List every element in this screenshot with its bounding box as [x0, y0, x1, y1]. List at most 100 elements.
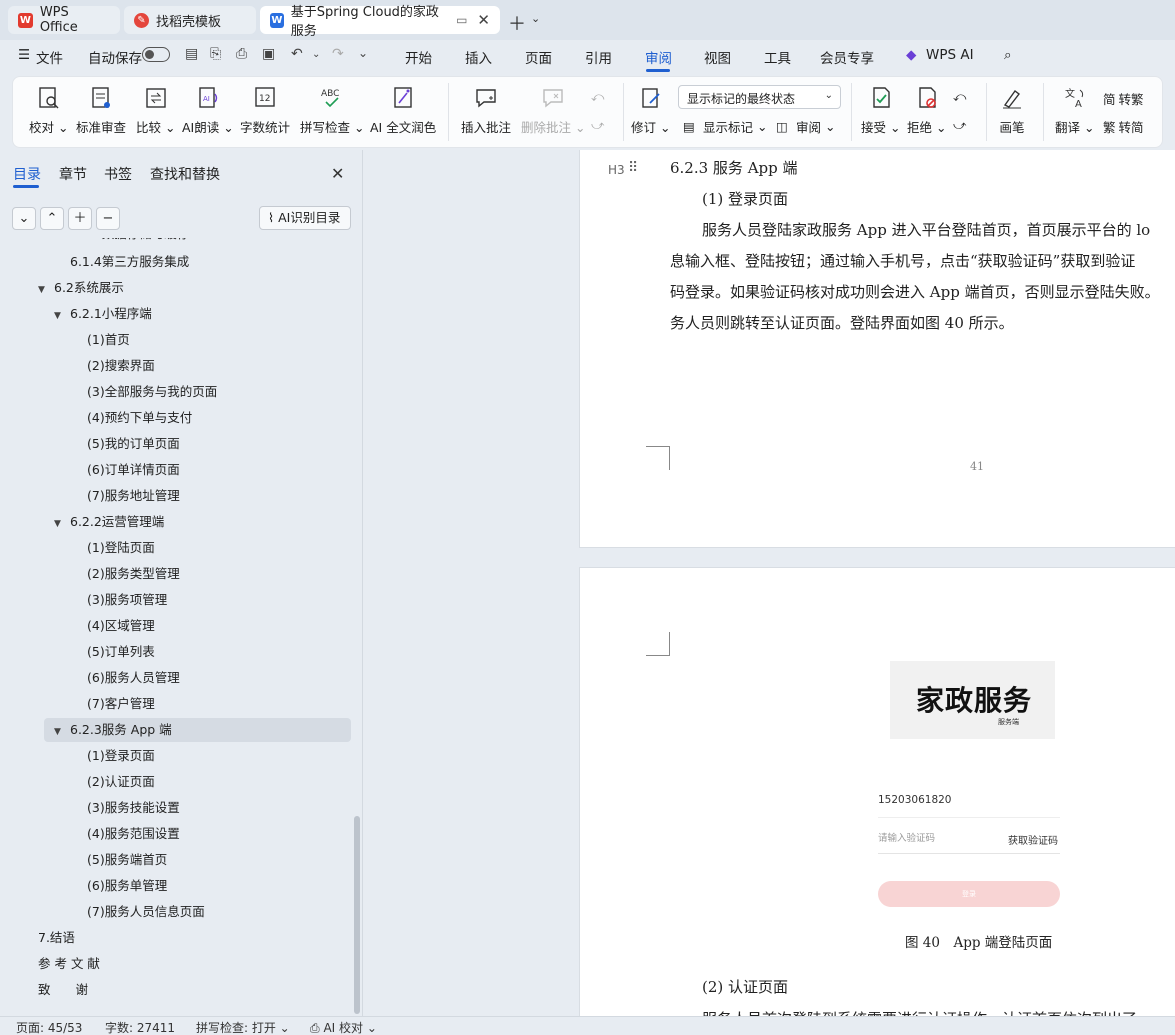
compare-button[interactable]: 比较 ⌄	[136, 85, 175, 136]
menu-view[interactable]: 视图	[704, 47, 731, 67]
toc-item[interactable]: (5)订单列表	[87, 640, 155, 664]
toc-item[interactable]: (7)客户管理	[87, 692, 155, 716]
revise-button[interactable]: 修订 ⌄	[631, 85, 670, 136]
subheading-login-page[interactable]: (1) 登录页面	[702, 188, 788, 209]
menu-references[interactable]: 引用	[585, 47, 612, 67]
word-count-indicator[interactable]: 字数: 27411	[105, 1019, 175, 1035]
toc-scrollbar[interactable]	[354, 816, 360, 1014]
reject-button[interactable]: 拒绝 ⌄	[907, 85, 946, 136]
paragraph-line[interactable]: 务人员则跳转至认证页面。登陆界面如图 40 所示。	[670, 312, 1014, 333]
redo-icon[interactable]: ↷	[332, 46, 344, 62]
prev-comment-icon[interactable]: ⤺	[591, 89, 604, 105]
toc-item[interactable]: (1)首页	[87, 328, 130, 352]
toc-item[interactable]: (6)服务单管理	[87, 874, 167, 898]
toc-item[interactable]: (6)服务人员管理	[87, 666, 180, 690]
menu-tools[interactable]: 工具	[764, 47, 791, 67]
spell-check-button[interactable]: ABC 拼写检查 ⌄	[300, 85, 364, 136]
to-simplified-button[interactable]: 繁 转简	[1103, 117, 1144, 136]
drag-handle-icon[interactable]: ⠿	[628, 160, 638, 176]
toc-item[interactable]: ▼ 6.2.1小程序端	[54, 302, 152, 326]
toc-item[interactable]: ▼ 6.2系统展示	[38, 276, 124, 300]
toc-item[interactable]: (3)服务项管理	[87, 588, 167, 612]
expand-triangle-icon[interactable]: ▼	[38, 278, 54, 302]
autosave-toggle[interactable]	[142, 47, 170, 62]
figure-app-login-screenshot[interactable]: 家政服务 服务端 15203061820 请输入验证码 获取验证码 登录	[874, 661, 1074, 931]
close-tab-icon[interactable]: ✕	[477, 11, 490, 29]
toc-item[interactable]: 7.结语	[38, 926, 75, 950]
nav-tab-bookmarks[interactable]: 书签	[104, 164, 132, 184]
close-icon[interactable]: ✕	[331, 164, 344, 183]
next-change-icon[interactable]: ⤻	[953, 117, 966, 133]
toc-item[interactable]: (2)认证页面	[87, 770, 155, 794]
pen-button[interactable]: 画笔	[999, 85, 1025, 136]
markup-state-dropdown[interactable]: 显示标记的最终状态 ⌄	[678, 85, 841, 109]
toc-item[interactable]: (5)我的订单页面	[87, 432, 180, 456]
toc-item[interactable]: 致 谢	[38, 978, 88, 1002]
toc-item[interactable]: (1)登录页面	[87, 744, 155, 768]
undo-icon[interactable]: ↶	[291, 46, 303, 62]
print-icon[interactable]: ⎙	[236, 46, 247, 62]
tab-wps-office[interactable]: W WPS Office	[8, 5, 120, 35]
menu-home[interactable]: 开始	[405, 47, 432, 67]
collapse-down-button[interactable]: ⌄	[12, 207, 36, 230]
tab-document[interactable]: W 基于Spring Cloud的家政服务 ▭ ✕	[260, 5, 500, 39]
toc-item[interactable]: (4)预约下单与支付	[87, 406, 192, 430]
toc-item[interactable]: (1)登陆页面	[87, 536, 155, 560]
window-icon[interactable]: ▭	[456, 13, 467, 27]
toc-item[interactable]: (2)搜索界面	[87, 354, 155, 378]
toc-item[interactable]: (7)服务地址管理	[87, 484, 180, 508]
page-indicator[interactable]: 页面: 45/53	[16, 1019, 82, 1035]
collapse-up-button[interactable]: ⌃	[40, 207, 64, 230]
toc-item[interactable]: (3)全部服务与我的页面	[87, 380, 217, 404]
chevron-down-icon[interactable]: ⌄	[531, 12, 540, 25]
menu-member[interactable]: 会员专享	[820, 47, 874, 67]
next-comment-icon[interactable]: ⤻	[591, 117, 604, 133]
toc-item[interactable]: (5)服务端首页	[87, 848, 167, 872]
toc-item[interactable]: (2)服务类型管理	[87, 562, 180, 586]
toc-item[interactable]: ▼ 6.2.2运营管理端	[54, 510, 164, 534]
paragraph-line[interactable]: 服务人员首次登陆到系统需要进行认证操作，认证首页依次列出了	[702, 1008, 1137, 1016]
menu-file[interactable]: 文件	[36, 47, 63, 67]
prev-change-icon[interactable]: ⤺	[953, 89, 966, 105]
ai-check-status[interactable]: ⎙ AI 校对 ⌄	[310, 1019, 377, 1035]
save-icon[interactable]: ▤	[185, 46, 198, 62]
word-count-button[interactable]: 12 字数统计	[240, 85, 290, 136]
toc-item[interactable]: (6)订单详情页面	[87, 458, 180, 482]
proofread-button[interactable]: 校对 ⌄	[29, 85, 68, 136]
toc-item[interactable]: (7)服务人员信息页面	[87, 900, 205, 924]
hamburger-icon[interactable]: ☰	[18, 47, 30, 63]
delete-comment-button[interactable]: 删除批注 ⌄	[521, 85, 585, 136]
translate-button[interactable]: 文A 翻译 ⌄	[1055, 85, 1094, 136]
accept-button[interactable]: 接受 ⌄	[861, 85, 900, 136]
paragraph-line[interactable]: 息输入框、登陆按钮；通过输入手机号，点击“获取验证码”获取到验证	[670, 250, 1135, 271]
expand-triangle-icon[interactable]: ▼	[54, 720, 70, 744]
nav-tab-find-replace[interactable]: 查找和替换	[150, 164, 220, 184]
menu-insert[interactable]: 插入	[465, 47, 492, 67]
expand-triangle-icon[interactable]: ▼	[54, 512, 70, 536]
remove-heading-button[interactable]: −	[96, 207, 120, 230]
menu-page[interactable]: 页面	[525, 47, 552, 67]
print-preview-icon[interactable]: ▣	[262, 46, 275, 62]
toc-item[interactable]: 6.1.3数据存储与缓存	[70, 238, 189, 246]
subheading-auth-page[interactable]: (2) 认证页面	[702, 976, 788, 997]
search-icon[interactable]: ⌕	[1004, 47, 1012, 63]
more-icon[interactable]: ⌄	[358, 46, 368, 60]
nav-tab-toc[interactable]: 目录	[13, 164, 41, 184]
paragraph-line[interactable]: 服务人员登陆家政服务 App 进入平台登陆首页，首页展示平台的 lo	[702, 219, 1150, 240]
ai-toc-button[interactable]: ⌇ AI识别目录	[259, 206, 351, 230]
insert-comment-button[interactable]: 插入批注	[461, 85, 511, 136]
toc-item[interactable]: 6.1.4第三方服务集成	[70, 250, 189, 274]
ai-read-button[interactable]: AI AI朗读 ⌄	[182, 85, 234, 136]
spell-check-status[interactable]: 拼写检查: 打开 ⌄	[196, 1019, 290, 1035]
show-markup-button[interactable]: ▤ 显示标记 ⌄	[683, 117, 767, 136]
toc-item[interactable]: (4)服务范围设置	[87, 822, 180, 846]
add-heading-button[interactable]: ＋	[68, 207, 92, 230]
paragraph-line[interactable]: 码登录。如果验证码核对成功则会进入 App 端首页，否则显示登陆失败。	[670, 281, 1160, 302]
menu-wps-ai[interactable]: WPS AI	[926, 47, 974, 63]
review-pane-button[interactable]: ◫ 审阅 ⌄	[776, 117, 835, 136]
to-traditional-button[interactable]: 简 转繁	[1103, 89, 1144, 108]
heading-6-2-3[interactable]: 6.2.3 服务 App 端	[670, 157, 798, 178]
toc-item[interactable]: (3)服务技能设置	[87, 796, 180, 820]
new-tab-icon[interactable]: ＋	[508, 10, 526, 36]
export-icon[interactable]: ⎘	[210, 46, 221, 62]
